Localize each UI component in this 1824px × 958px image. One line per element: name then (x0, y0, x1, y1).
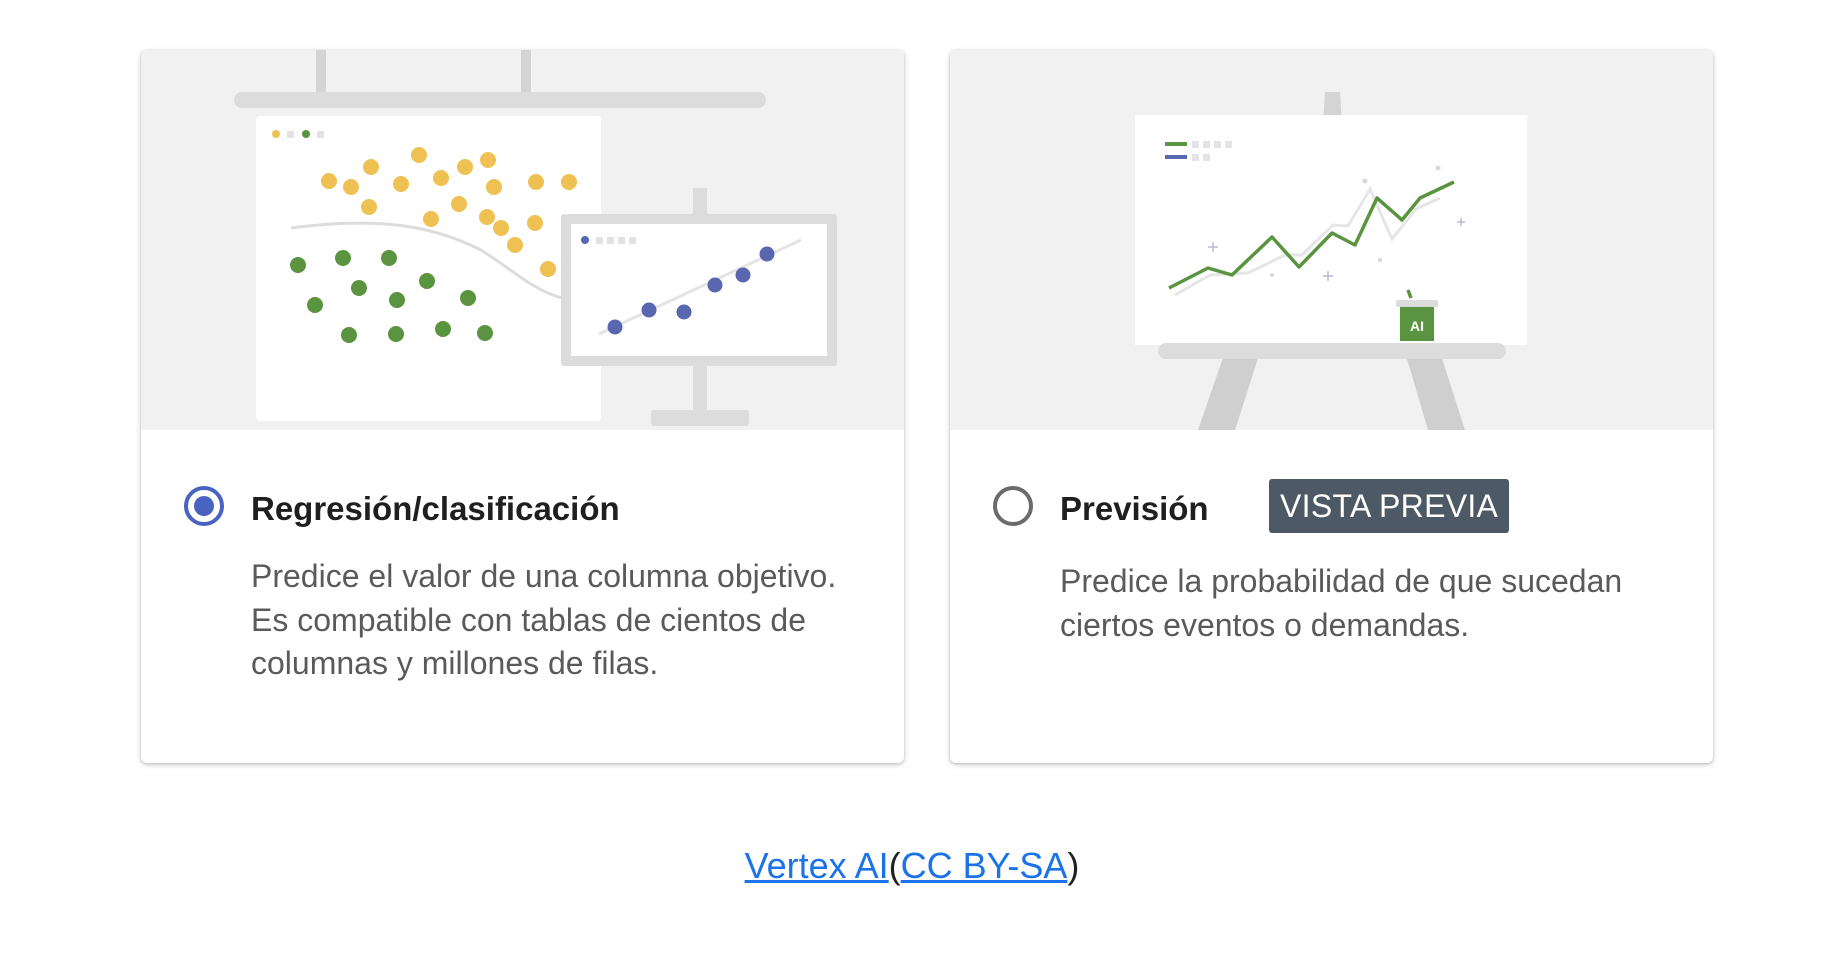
attribution-caption: Vertex AI(CC BY-SA) (0, 845, 1824, 887)
regression-classification-illustration (141, 50, 904, 430)
forecast-option-description: Predice la probabilidad de que sucedan c… (1060, 563, 1623, 643)
regression-radio-button[interactable] (184, 486, 224, 526)
caption-open-paren: ( (888, 845, 901, 886)
vertex-ai-link[interactable]: Vertex AI (745, 845, 889, 886)
forecast-illustration: AI (950, 50, 1713, 430)
forecast-card[interactable]: AI Previsión VISTA PREVIA Predice la pro… (950, 50, 1713, 763)
regression-option-row[interactable]: Regresión/clasificación (184, 484, 864, 534)
forecast-option-title: Previsión (1060, 490, 1209, 527)
preview-badge: VISTA PREVIA (1269, 479, 1510, 533)
regression-option-title: Regresión/clasificación (251, 490, 620, 527)
forecast-option-row[interactable]: Previsión VISTA PREVIA (993, 479, 1673, 534)
regression-classification-card[interactable]: Regresión/clasificación Predice el valor… (141, 50, 904, 763)
cc-by-sa-link[interactable]: CC BY-SA (901, 845, 1068, 886)
ai-cup-label: AI (1410, 318, 1424, 334)
caption-close-paren: ) (1067, 845, 1080, 886)
forecast-radio-button[interactable] (993, 486, 1033, 526)
regression-option-description: Predice el valor de una columna objetivo… (251, 558, 837, 681)
